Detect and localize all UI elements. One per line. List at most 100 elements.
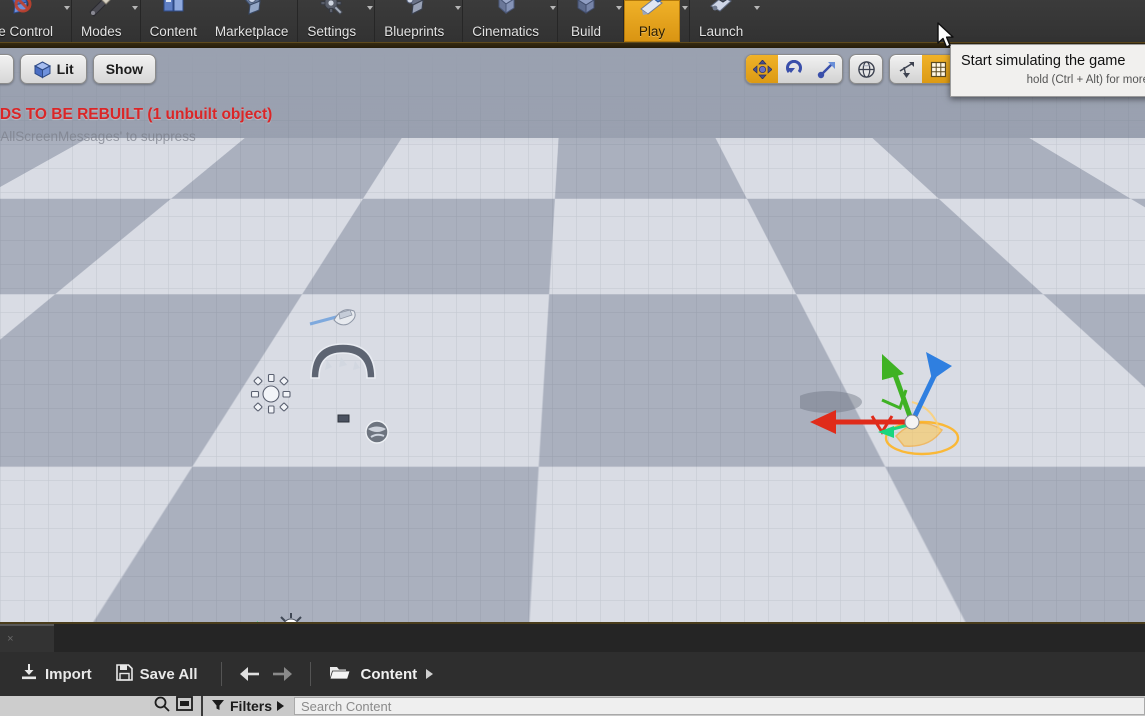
toolbar-caret-play[interactable]: [680, 0, 689, 42]
surface-snap-button[interactable]: [890, 55, 922, 83]
sources-panel-header: [0, 696, 150, 716]
toolbar-label-blueprints: Blueprints: [384, 24, 445, 39]
unreal-editor-window: rce Control Modes: [0, 0, 1145, 716]
chevron-down-icon[interactable]: [277, 701, 285, 711]
toolbar-caret-launch[interactable]: [752, 0, 761, 42]
play-button-tooltip: Start simulating the game hold (Ctrl + A…: [950, 44, 1145, 97]
toolbar-button-launch[interactable]: Launch: [690, 0, 752, 42]
toolbar-caret-blueprints[interactable]: [453, 0, 462, 42]
toolbar-caret-modes[interactable]: [131, 0, 140, 42]
tab-content-browser[interactable]: ser ×: [0, 624, 54, 652]
toolbar-button-play[interactable]: Play: [624, 0, 681, 42]
toolbar-button-modes[interactable]: Modes: [72, 0, 131, 42]
toolbar-label-marketplace: Marketplace: [214, 24, 289, 39]
toolbar-group-launch: Launch: [690, 0, 761, 42]
viewport-show-label: Show: [105, 61, 144, 77]
toolbar-label-cinematics: Cinematics: [472, 24, 540, 39]
content-icon: [156, 0, 190, 18]
search-content-field[interactable]: Search Content: [294, 697, 1145, 715]
tooltip-subtitle: hold (Ctrl + Alt) for more: [1026, 74, 1145, 86]
move-icon: [752, 59, 772, 79]
world-coordinate-button[interactable]: [850, 55, 882, 83]
import-button[interactable]: Import: [10, 659, 102, 689]
toolbar-button-blueprints[interactable]: Blueprints: [375, 0, 453, 42]
blueprints-icon: [397, 0, 431, 18]
toolbar-label-launch: Launch: [699, 24, 744, 39]
breadcrumb-label: Content: [360, 665, 418, 683]
snap-group: [889, 54, 955, 84]
source-control-icon: [3, 0, 37, 18]
viewport-toolbar-right: [745, 52, 955, 86]
chevron-right-icon[interactable]: [426, 669, 434, 679]
marketplace-icon: [235, 0, 269, 18]
toolbar-group-play: Play: [624, 0, 691, 42]
toolbar-group-content-marketplace: Content Marketplace: [141, 0, 299, 42]
content-browser-panel: ser × Import: [0, 622, 1145, 716]
toolbar-caret-settings[interactable]: [365, 0, 374, 42]
toolbar-label-settings: Settings: [307, 24, 357, 39]
toolbar-button-cinematics[interactable]: Cinematics: [463, 0, 548, 42]
level-viewport[interactable]: ve Lit Show: [0, 48, 1145, 622]
translate-mode-button[interactable]: [746, 55, 778, 83]
breadcrumb[interactable]: Content: [325, 659, 437, 689]
viewport-viewmode-label: Lit: [56, 61, 74, 77]
toolbar-group-settings: Settings: [298, 0, 376, 42]
toolbar-group-blueprints: Blueprints: [375, 0, 464, 42]
view-options-icon[interactable]: [176, 696, 193, 716]
navigate-forward-button[interactable]: [268, 660, 296, 688]
filters-dropdown[interactable]: Filters: [211, 698, 285, 714]
cinematics-icon: [489, 0, 523, 18]
filter-funnel-icon: [211, 698, 225, 714]
transform-mode-group: [745, 54, 843, 84]
toolbar-label-play: Play: [638, 24, 666, 39]
scale-mode-button[interactable]: [810, 55, 842, 83]
settings-icon: [315, 0, 349, 18]
toolbar-separator-2: [310, 662, 312, 686]
viewport-viewmode-button[interactable]: Lit: [19, 54, 87, 84]
content-browser-tabrow: ser ×: [0, 624, 1145, 652]
toolbar-button-content[interactable]: Content: [141, 0, 206, 42]
toolbar-button-build[interactable]: Build: [558, 0, 614, 42]
lit-cube-icon: [33, 60, 52, 79]
toolbar-group-modes: Modes: [72, 0, 141, 42]
import-label: Import: [45, 665, 92, 683]
content-browser-toolbar: Import Save All Content: [0, 652, 1145, 696]
toolbar-caret-build[interactable]: [614, 0, 623, 42]
arrow-right-icon: [273, 667, 293, 681]
suppress-message-hint: sableAllScreenMessages' to suppress: [0, 129, 196, 144]
viewport-perspective-button[interactable]: ve: [0, 54, 14, 84]
filter-separator: [201, 696, 203, 716]
toolbar-separator-1: [221, 662, 223, 686]
navigate-back-button[interactable]: [236, 660, 264, 688]
toolbar-label-build: Build: [571, 24, 602, 39]
viewport-show-button[interactable]: Show: [92, 54, 157, 84]
toolbar-caret-source-control[interactable]: [62, 0, 71, 42]
toolbar-button-marketplace[interactable]: Marketplace: [206, 0, 298, 42]
rotate-mode-button[interactable]: [778, 55, 810, 83]
toolbar-group-source-control: rce Control: [0, 0, 73, 42]
viewport-toolbar-left: ve Lit Show: [0, 52, 157, 86]
folder-icon: [329, 664, 352, 685]
globe-icon: [857, 60, 875, 78]
search-icon[interactable]: [154, 696, 170, 716]
viewport-perspective-label: ve: [0, 61, 1, 77]
close-icon[interactable]: ×: [7, 633, 13, 645]
modes-icon: [84, 0, 118, 18]
toolbar-group-cinematics: Cinematics: [463, 0, 559, 42]
save-icon: [115, 663, 133, 685]
toolbar-button-source-control[interactable]: rce Control: [0, 0, 62, 42]
main-toolbar: rce Control Modes: [0, 0, 1145, 42]
content-browser-filter-row: Filters Search Content: [0, 696, 1145, 716]
filters-label: Filters: [230, 698, 273, 714]
toolbar-label-source-control: rce Control: [0, 24, 54, 39]
snap-icon: [899, 61, 914, 78]
save-all-button[interactable]: Save All: [106, 659, 208, 689]
rotate-icon: [785, 59, 802, 73]
arrow-left-icon: [240, 667, 260, 681]
lighting-rebuild-warning: NEEDS TO BE REBUILT (1 unbuilt object): [0, 106, 273, 123]
toolbar-caret-cinematics[interactable]: [548, 0, 557, 42]
view-option-icons: [150, 696, 193, 716]
toolbar-group-build: Build: [558, 0, 625, 42]
toolbar-button-settings[interactable]: Settings: [298, 0, 365, 42]
viewport-screen-messages: NEEDS TO BE REBUILT (1 unbuilt object) s…: [0, 104, 272, 148]
